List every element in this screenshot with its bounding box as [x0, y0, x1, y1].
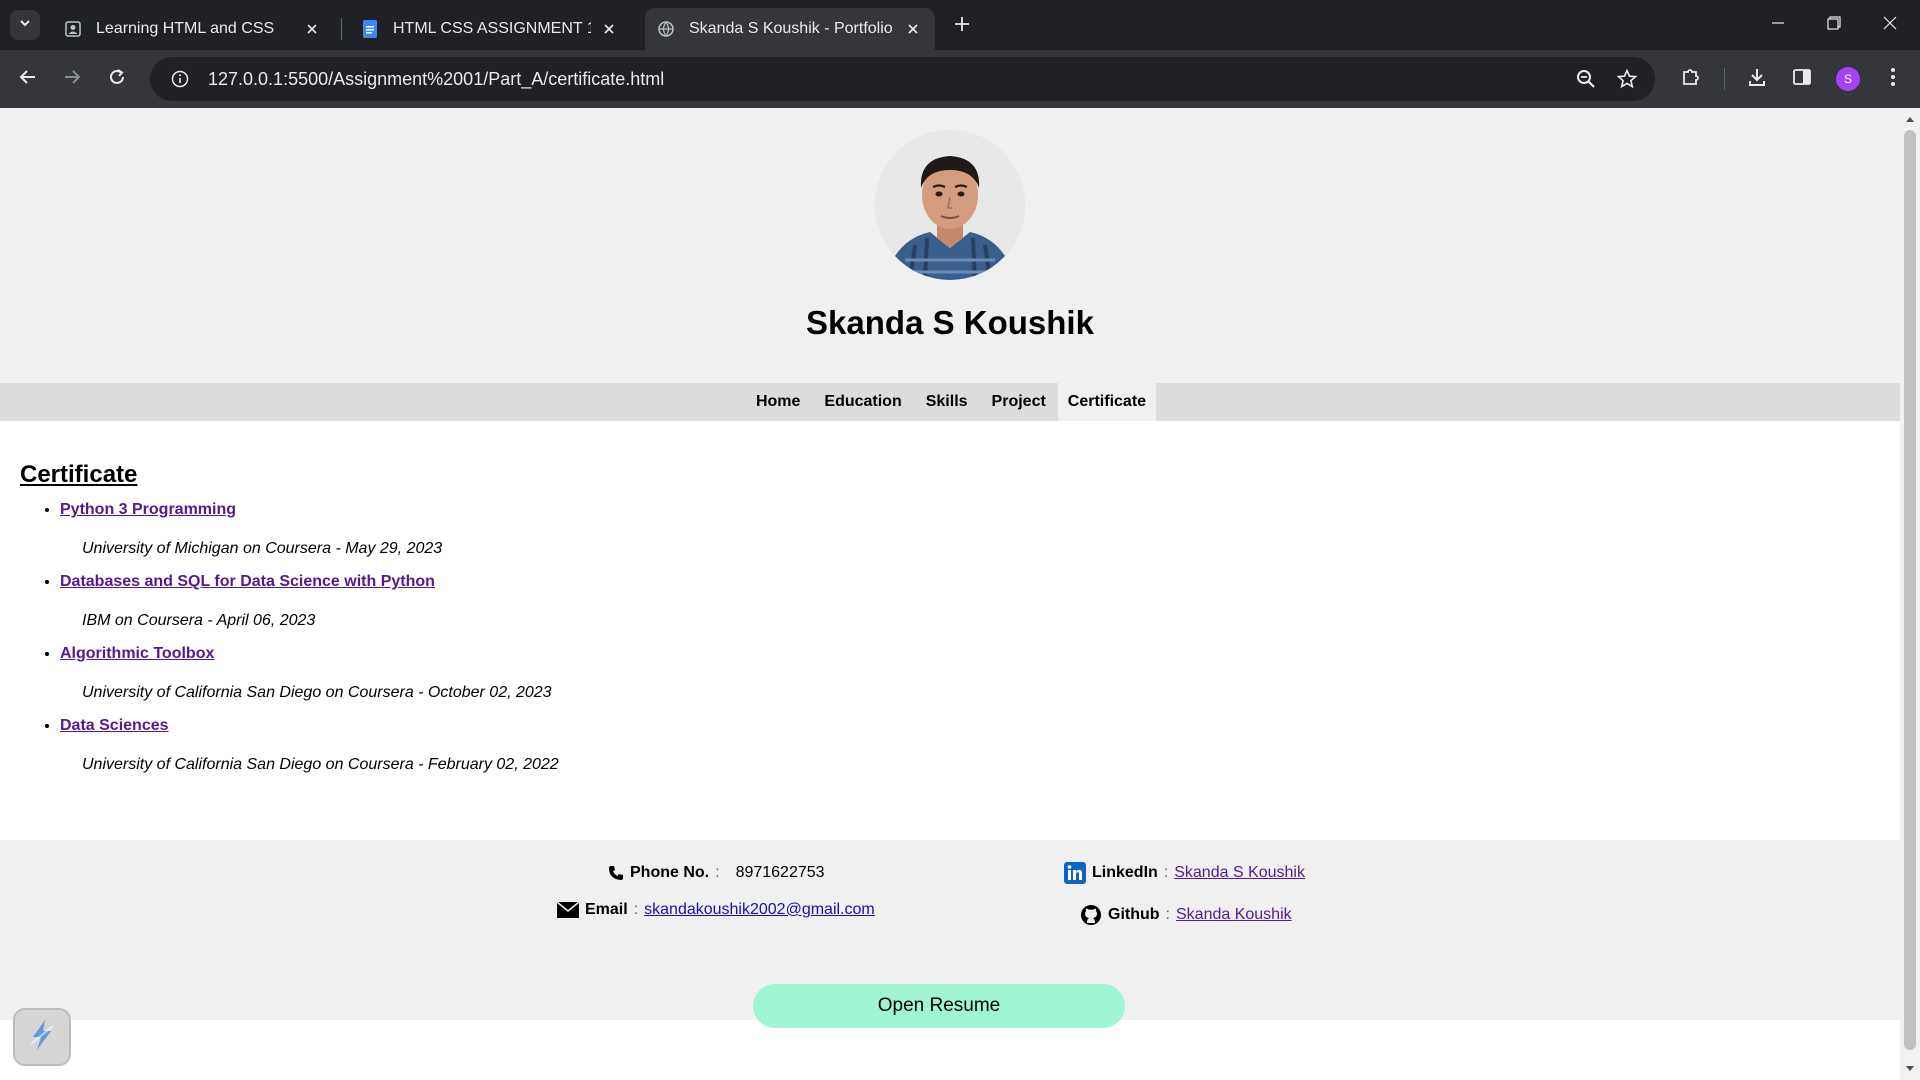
page-footer: Phone No. : 8971622753 Email : skandakou…: [0, 840, 1900, 1028]
plus-icon: [954, 16, 970, 37]
nav-project[interactable]: Project: [980, 383, 1058, 421]
phone-contact: Phone No. : 8971622753: [608, 864, 825, 882]
globe-icon: [657, 20, 675, 38]
window-close-button[interactable]: [1862, 0, 1918, 50]
list-item: Python 3 Programming University of Michi…: [60, 501, 1900, 558]
separator: :: [1165, 906, 1170, 923]
linkedin-icon: [1064, 862, 1086, 884]
tab-bar: Learning HTML and CSS HTML CSS ASSIGNMEN…: [0, 0, 1920, 50]
separator: :: [633, 901, 639, 918]
certificate-detail: IBM on Coursera - April 06, 2023: [82, 612, 316, 629]
scrollbar-thumb[interactable]: [1904, 130, 1916, 1050]
page-title: Skanda S Koushik: [806, 304, 1094, 341]
side-panel-icon: [1792, 67, 1812, 92]
nav-education[interactable]: Education: [812, 383, 913, 421]
certificate-detail: University of California San Diego on Co…: [82, 756, 559, 773]
close-icon[interactable]: [599, 19, 619, 39]
scroll-down-arrow-icon[interactable]: [1900, 1062, 1920, 1076]
reload-icon: [108, 68, 126, 91]
close-icon[interactable]: [903, 19, 923, 39]
phone-label: Phone No.: [630, 864, 710, 881]
certificate-link[interactable]: Algorithmic Toolbox: [60, 645, 214, 662]
arrow-right-icon: [63, 68, 81, 91]
reload-button[interactable]: [101, 63, 133, 95]
certificate-section: Certificate Python 3 Programming Univers…: [0, 421, 1900, 851]
profile-photo: [875, 130, 1025, 280]
forward-button[interactable]: [56, 63, 88, 95]
bookmark-star-icon[interactable]: [1611, 63, 1643, 95]
separator: :: [1163, 864, 1169, 881]
tab-search-button[interactable]: [10, 10, 40, 40]
browser-toolbar: 127.0.0.1:5500/Assignment%2001/Part_A/ce…: [0, 50, 1920, 108]
email-label: Email: [585, 901, 628, 918]
nav-skills[interactable]: Skills: [914, 383, 980, 421]
list-item: Data Sciences University of California S…: [60, 717, 1900, 774]
extension-widget[interactable]: [13, 1008, 71, 1066]
extensions-button[interactable]: [1675, 63, 1707, 95]
page-navigation: Home Education Skills Project Certificat…: [0, 383, 1900, 421]
certificate-detail: University of California San Diego on Co…: [82, 684, 552, 701]
tab-divider: [341, 18, 342, 40]
restore-icon: [1827, 15, 1841, 35]
restore-button[interactable]: [1806, 0, 1862, 50]
address-bar[interactable]: 127.0.0.1:5500/Assignment%2001/Part_A/ce…: [150, 57, 1655, 101]
docs-icon: [361, 20, 379, 38]
side-panel-button[interactable]: [1786, 63, 1818, 95]
certificate-link[interactable]: Databases and SQL for Data Science with …: [60, 573, 435, 590]
puzzle-icon: [1681, 67, 1701, 92]
toolbar-divider: [1724, 68, 1725, 90]
nav-home[interactable]: Home: [744, 383, 812, 421]
close-icon[interactable]: [302, 19, 322, 39]
back-button[interactable]: [12, 63, 44, 95]
section-heading: Certificate: [20, 461, 138, 488]
github-label: Github: [1108, 906, 1160, 923]
profile-avatar[interactable]: S: [1836, 67, 1860, 91]
scroll-up-arrow-icon[interactable]: [1900, 112, 1920, 126]
list-item: Databases and SQL for Data Science with …: [60, 573, 1900, 630]
page-header: Skanda S Koushik: [0, 108, 1900, 383]
tab-portfolio[interactable]: Skanda S Koushik - Portfolio: [645, 8, 935, 50]
zoom-icon[interactable]: [1570, 63, 1602, 95]
url-text: 127.0.0.1:5500/Assignment%2001/Part_A/ce…: [208, 68, 665, 89]
certificate-link[interactable]: Python 3 Programming: [60, 501, 236, 518]
linkedin-contact: LinkedIn : Skanda S Koushik: [1064, 862, 1305, 884]
info-icon[interactable]: [158, 57, 202, 101]
envelope-icon: [557, 902, 579, 918]
phone-value: 8971622753: [735, 864, 825, 881]
certificate-link[interactable]: Data Sciences: [60, 717, 169, 734]
email-contact: Email : skandakoushik2002@gmail.com: [557, 901, 875, 919]
arrow-left-icon: [19, 68, 37, 91]
new-tab-button[interactable]: [948, 12, 976, 40]
downloads-button[interactable]: [1741, 63, 1773, 95]
page-viewport: Skanda S Koushik Home Education Skills P…: [0, 108, 1900, 1080]
certificate-detail: University of Michigan on Coursera - May…: [82, 540, 443, 557]
portrait-icon: [64, 20, 82, 38]
tab-title: HTML CSS ASSIGNMENT 1 - Go: [393, 20, 591, 37]
lightning-icon: [25, 1018, 59, 1057]
browser-menu-button[interactable]: [1877, 63, 1909, 95]
kebab-menu-icon: [1890, 67, 1896, 92]
chevron-down-icon: [18, 16, 32, 35]
tab-html-css-assignment[interactable]: HTML CSS ASSIGNMENT 1 - Go: [349, 8, 631, 50]
github-icon: [1080, 904, 1102, 926]
tab-title: Learning HTML and CSS: [96, 20, 275, 37]
email-link[interactable]: skandakoushik2002@gmail.com: [644, 901, 875, 919]
separator: :: [715, 864, 720, 881]
github-contact: Github : Skanda Koushik: [1080, 904, 1292, 926]
certificate-list: Python 3 Programming University of Michi…: [60, 501, 1900, 774]
download-icon: [1747, 67, 1767, 92]
open-resume-button[interactable]: Open Resume: [753, 984, 1125, 1028]
minimize-icon: [1771, 16, 1785, 35]
minimize-button[interactable]: [1750, 0, 1806, 50]
page-scrollbar[interactable]: [1900, 108, 1920, 1080]
list-item: Algorithmic Toolbox University of Califo…: [60, 645, 1900, 702]
linkedin-link[interactable]: Skanda S Koushik: [1174, 864, 1305, 882]
phone-icon: [608, 865, 624, 881]
close-icon: [1883, 16, 1897, 35]
github-link[interactable]: Skanda Koushik: [1176, 906, 1292, 924]
tab-learning-html[interactable]: Learning HTML and CSS: [52, 8, 334, 50]
tab-title: Skanda S Koushik - Portfolio: [689, 20, 893, 37]
linkedin-label: LinkedIn: [1092, 864, 1158, 881]
nav-certificate[interactable]: Certificate: [1057, 383, 1157, 421]
